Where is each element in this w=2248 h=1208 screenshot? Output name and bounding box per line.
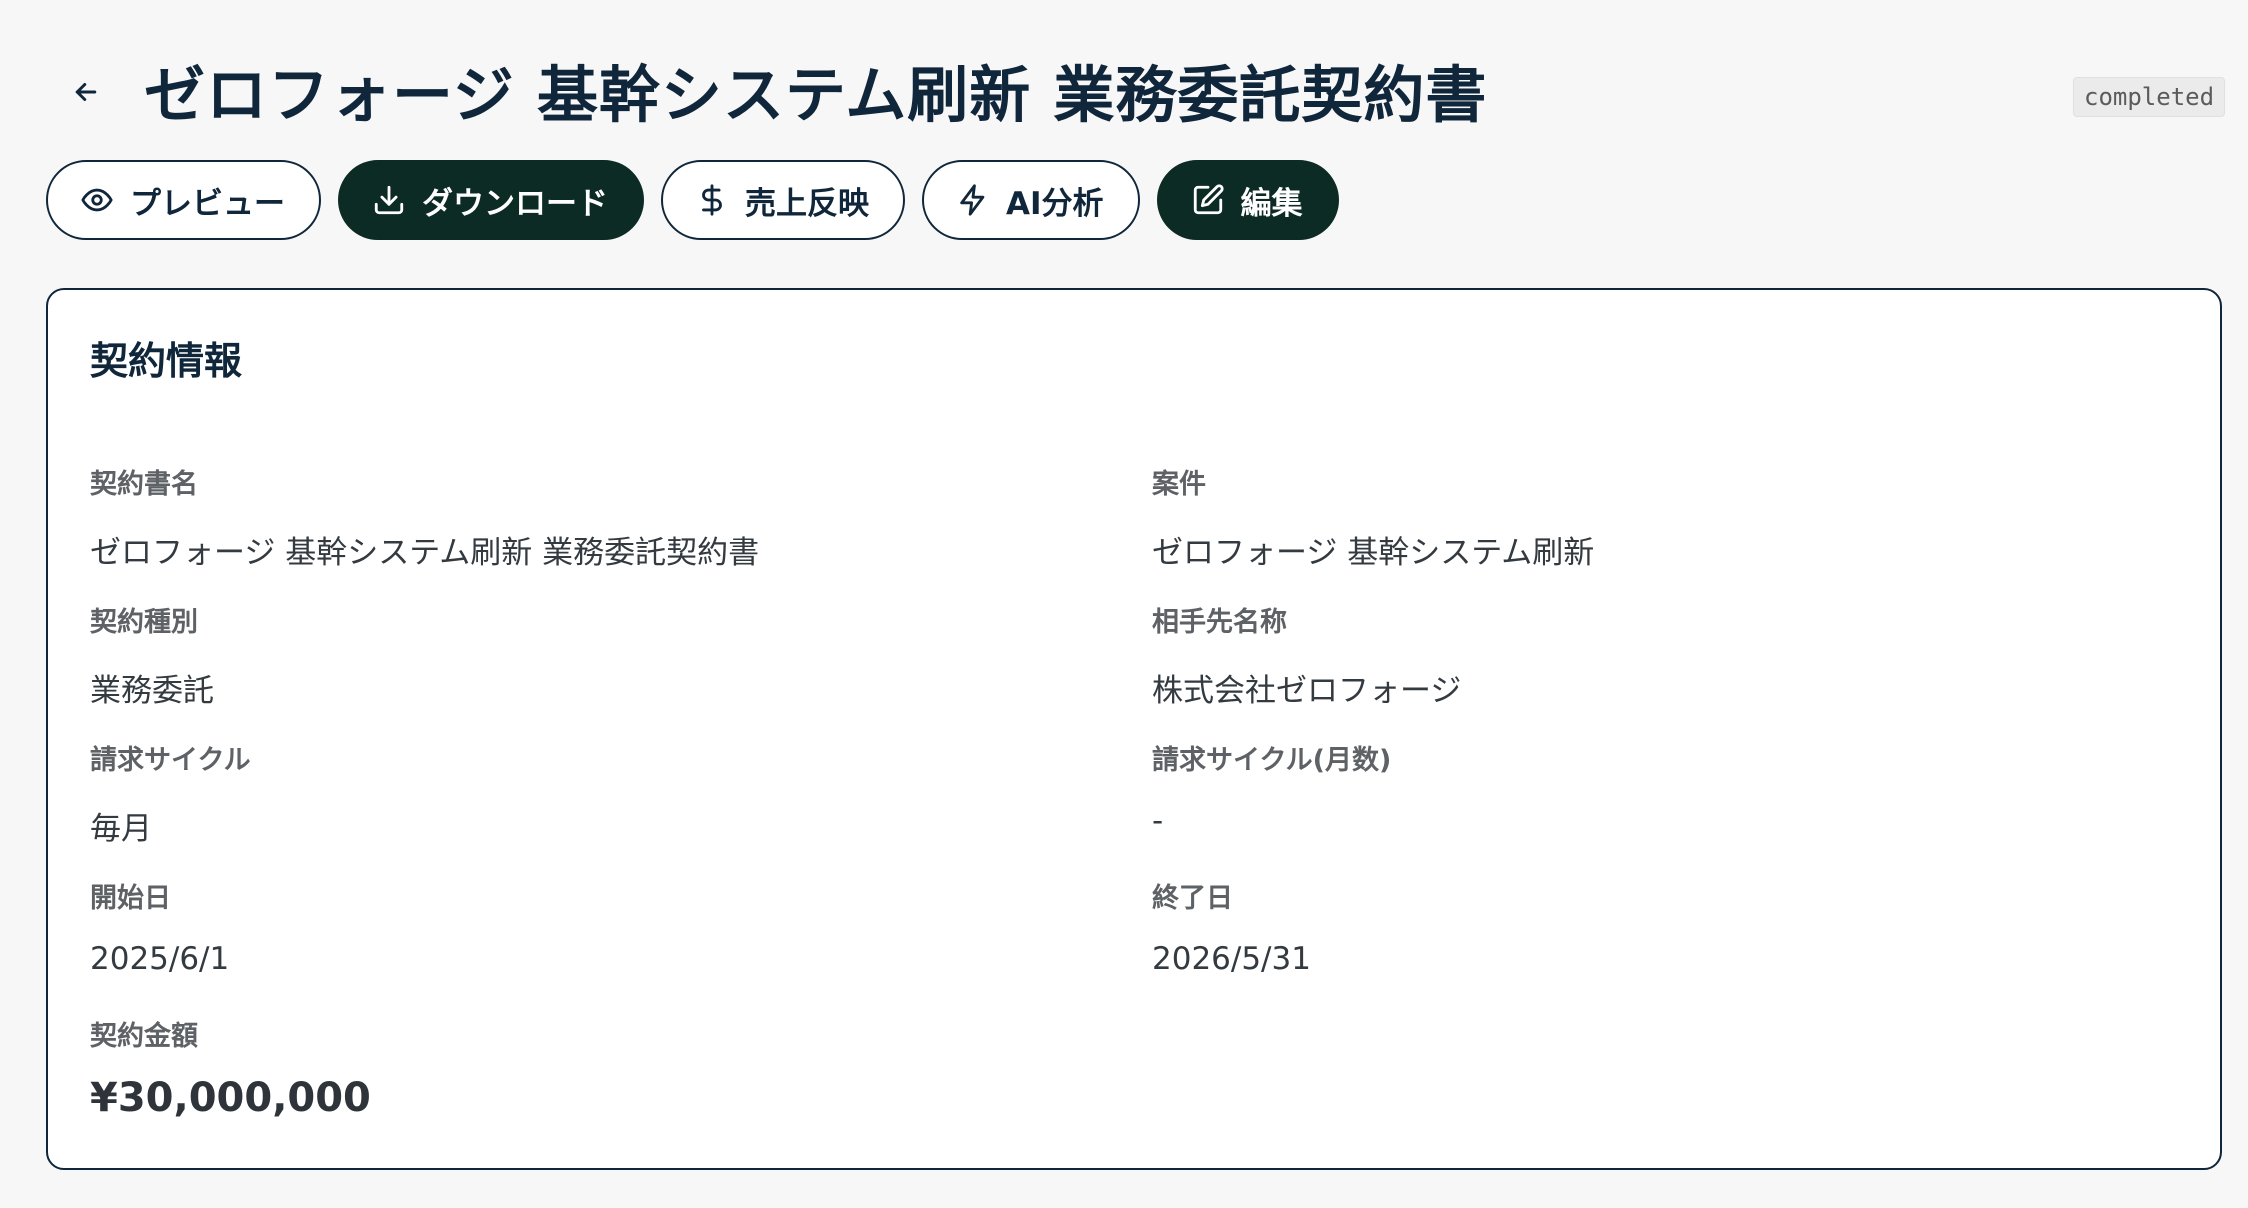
field-label: 請求サイクル bbox=[90, 745, 251, 776]
contract-name-field: 契約書名 ゼロフォージ 基幹システム刷新 業務委託契約書 bbox=[90, 462, 759, 572]
preview-button-label: プレビュー bbox=[130, 185, 285, 222]
section-title: 契約情報 bbox=[90, 339, 243, 383]
download-button[interactable]: ダウンロード bbox=[338, 160, 644, 240]
billing-cycle-field: 請求サイクル 毎月 bbox=[90, 738, 251, 848]
lightning-icon bbox=[956, 183, 990, 217]
field-value: 2025/6/1 bbox=[90, 941, 230, 977]
field-value: - bbox=[1152, 803, 1164, 839]
start-date-field: 開始日 2025/6/1 bbox=[90, 876, 229, 977]
reflect-sales-button-label: 売上反映 bbox=[745, 185, 869, 222]
field-label: 契約種別 bbox=[90, 607, 198, 638]
ai-analysis-button-label: AI分析 bbox=[1006, 185, 1104, 222]
page-title: ゼロフォージ 基幹システム刷新 業務委託契約書 bbox=[144, 60, 1488, 131]
field-value: 毎月 bbox=[90, 811, 152, 847]
end-date-field: 終了日 2026/5/31 bbox=[1152, 876, 1311, 977]
dollar-icon bbox=[695, 183, 729, 217]
field-value: 2026/5/31 bbox=[1152, 941, 1311, 977]
field-value: ゼロフォージ 基幹システム刷新 業務委託契約書 bbox=[90, 535, 760, 571]
download-icon bbox=[372, 183, 406, 217]
field-label: 相手先名称 bbox=[1152, 607, 1287, 638]
contract-amount-value: ¥30,000,000 bbox=[90, 1075, 371, 1121]
download-button-label: ダウンロード bbox=[422, 185, 608, 222]
edit-icon bbox=[1191, 183, 1225, 217]
field-label: 開始日 bbox=[90, 883, 171, 914]
ai-analysis-button[interactable]: AI分析 bbox=[922, 160, 1140, 240]
billing-cycle-months-field: 請求サイクル(月数) - bbox=[1152, 738, 1391, 839]
field-value: 業務委託 bbox=[90, 673, 214, 709]
edit-button-label: 編集 bbox=[1240, 185, 1303, 222]
page-header: ゼロフォージ 基幹システム刷新 業務委託契約書 completed bbox=[0, 0, 2248, 160]
back-button[interactable] bbox=[66, 72, 106, 112]
field-label: 契約金額 bbox=[90, 1021, 198, 1052]
field-label: 終了日 bbox=[1152, 883, 1233, 914]
field-value: ゼロフォージ 基幹システム刷新 bbox=[1152, 535, 1595, 571]
field-value: 株式会社ゼロフォージ bbox=[1152, 673, 1462, 709]
contract-type-field: 契約種別 業務委託 bbox=[90, 600, 214, 710]
field-label: 契約書名 bbox=[90, 469, 198, 500]
reflect-sales-button[interactable]: 売上反映 bbox=[661, 160, 905, 240]
status-badge: completed bbox=[2073, 77, 2226, 117]
arrow-left-icon bbox=[75, 83, 97, 101]
eye-icon bbox=[80, 183, 114, 217]
preview-button[interactable]: プレビュー bbox=[46, 160, 321, 240]
field-label: 案件 bbox=[1152, 469, 1206, 500]
action-toolbar: プレビュー ダウンロード 売上反映 AI分析 編集 bbox=[46, 160, 1339, 240]
project-field: 案件 ゼロフォージ 基幹システム刷新 bbox=[1152, 462, 1594, 572]
edit-button[interactable]: 編集 bbox=[1156, 160, 1339, 240]
contract-amount-field: 契約金額 ¥30,000,000 bbox=[90, 1014, 371, 1121]
contract-info-card: 契約情報 契約書名 ゼロフォージ 基幹システム刷新 業務委託契約書 案件 ゼロフ… bbox=[46, 288, 2222, 1170]
field-label: 請求サイクル(月数) bbox=[1152, 745, 1392, 776]
counterparty-field: 相手先名称 株式会社ゼロフォージ bbox=[1152, 600, 1461, 710]
